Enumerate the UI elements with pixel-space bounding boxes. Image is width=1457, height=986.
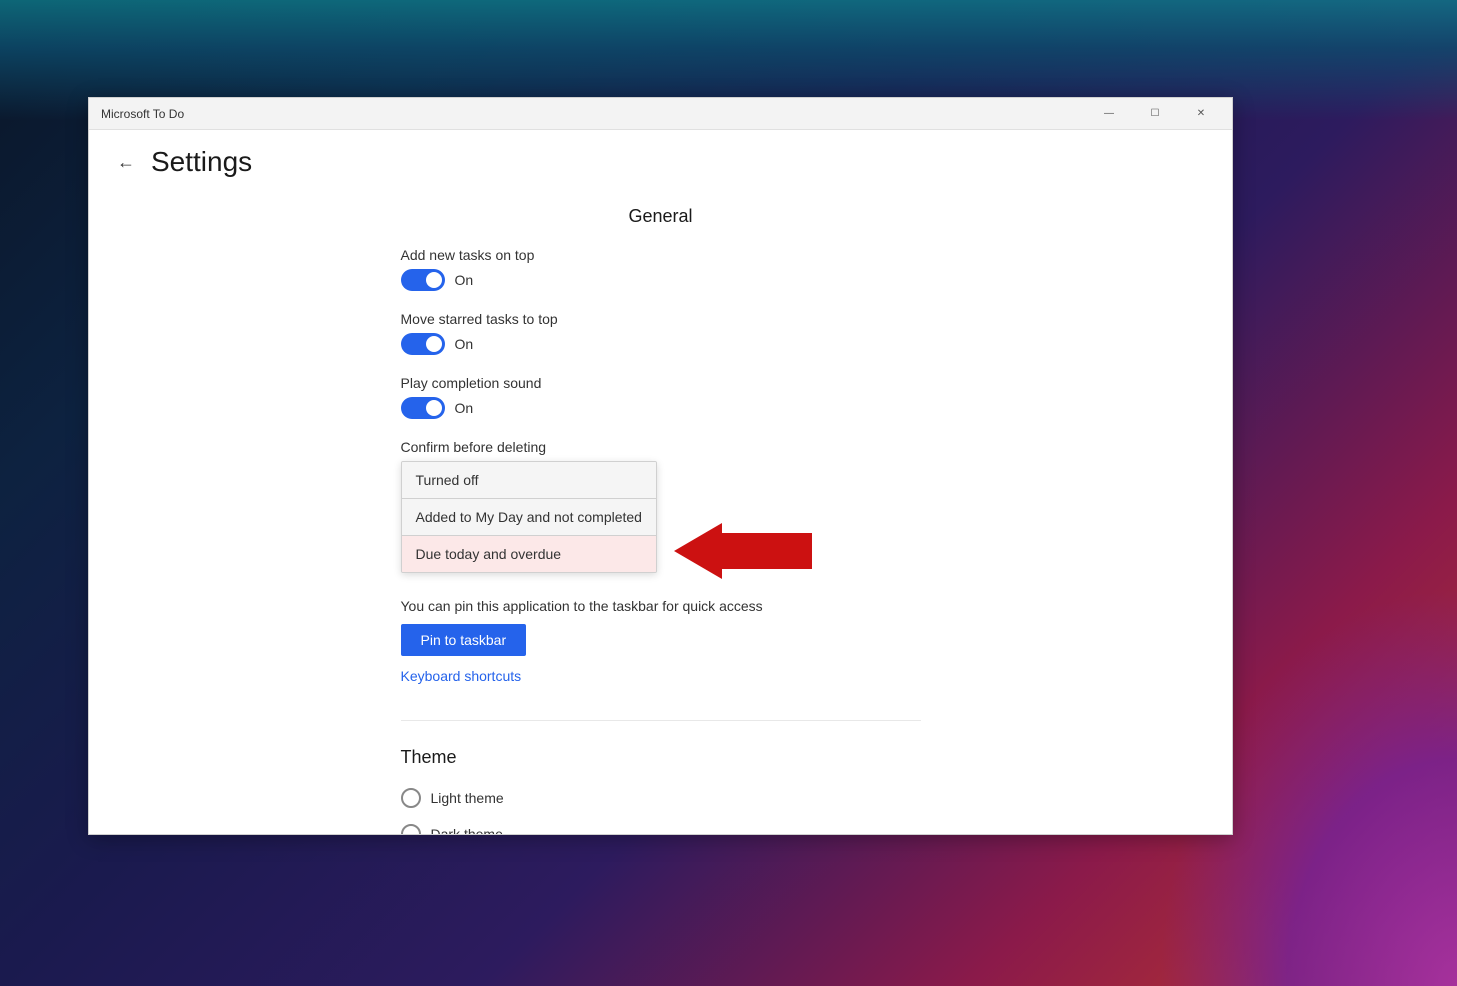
theme-light-label: Light theme	[431, 790, 504, 806]
theme-section-title: Theme	[401, 747, 921, 768]
play-sound-state: On	[455, 400, 474, 416]
theme-light-option[interactable]: Light theme	[401, 788, 921, 808]
theme-dark-label: Dark theme	[431, 826, 503, 834]
general-section: General Add new tasks on top On Move sta…	[401, 186, 921, 704]
move-starred-label: Move starred tasks to top	[401, 311, 921, 327]
dropdown-menu[interactable]: Turned off Added to My Day and not compl…	[401, 461, 657, 573]
play-sound-toggle[interactable]	[401, 397, 445, 419]
keyboard-shortcuts-link[interactable]: Keyboard shortcuts	[401, 668, 921, 684]
back-button[interactable]: ←	[113, 148, 139, 177]
arrow-head	[674, 523, 722, 579]
section-divider-1	[401, 720, 921, 721]
page-header: ← Settings	[89, 130, 1232, 186]
move-starred-state: On	[455, 336, 474, 352]
move-starred-setting: Move starred tasks to top On	[401, 311, 921, 355]
play-sound-label: Play completion sound	[401, 375, 921, 391]
add-new-tasks-setting: Add new tasks on top On	[401, 247, 921, 291]
content-area: General Add new tasks on top On Move sta…	[89, 186, 1232, 834]
page-title: Settings	[151, 146, 252, 178]
red-arrow-pointer	[674, 523, 812, 579]
pin-to-taskbar-button[interactable]: Pin to taskbar	[401, 624, 527, 656]
close-button[interactable]: ✕	[1178, 98, 1224, 130]
confirm-deleting-setting: Confirm before deleting Turned off Added…	[401, 439, 921, 578]
add-new-tasks-state: On	[455, 272, 474, 288]
theme-dark-option[interactable]: Dark theme	[401, 824, 921, 834]
play-sound-toggle-row: On	[401, 397, 921, 419]
minimize-button[interactable]: —	[1086, 98, 1132, 130]
dropdown-container: Turned off Added to My Day and not compl…	[401, 461, 657, 573]
dropdown-option-my-day[interactable]: Added to My Day and not completed	[402, 499, 656, 535]
theme-section: Theme Light theme Dark theme Use my Wind…	[401, 737, 921, 834]
maximize-button[interactable]: ☐	[1132, 98, 1178, 130]
pin-description: You can pin this application to the task…	[401, 598, 921, 614]
move-starred-toggle-row: On	[401, 333, 921, 355]
arrow-body	[722, 533, 812, 569]
window-controls: — ☐ ✕	[1086, 98, 1224, 130]
add-new-tasks-label: Add new tasks on top	[401, 247, 921, 263]
play-sound-setting: Play completion sound On	[401, 375, 921, 419]
general-section-title: General	[401, 206, 921, 227]
move-starred-toggle[interactable]	[401, 333, 445, 355]
theme-dark-radio[interactable]	[401, 824, 421, 834]
add-new-tasks-toggle-row: On	[401, 269, 921, 291]
dropdown-option-turned-off[interactable]: Turned off	[402, 462, 656, 498]
pin-section: You can pin this application to the task…	[401, 598, 921, 684]
app-window: Microsoft To Do — ☐ ✕ ← Settings General…	[88, 97, 1233, 835]
confirm-deleting-label: Confirm before deleting	[401, 439, 921, 455]
dropdown-option-due-today[interactable]: Due today and overdue	[402, 536, 656, 572]
titlebar: Microsoft To Do — ☐ ✕	[89, 98, 1232, 130]
theme-light-radio[interactable]	[401, 788, 421, 808]
add-new-tasks-toggle[interactable]	[401, 269, 445, 291]
window-title: Microsoft To Do	[101, 107, 184, 121]
